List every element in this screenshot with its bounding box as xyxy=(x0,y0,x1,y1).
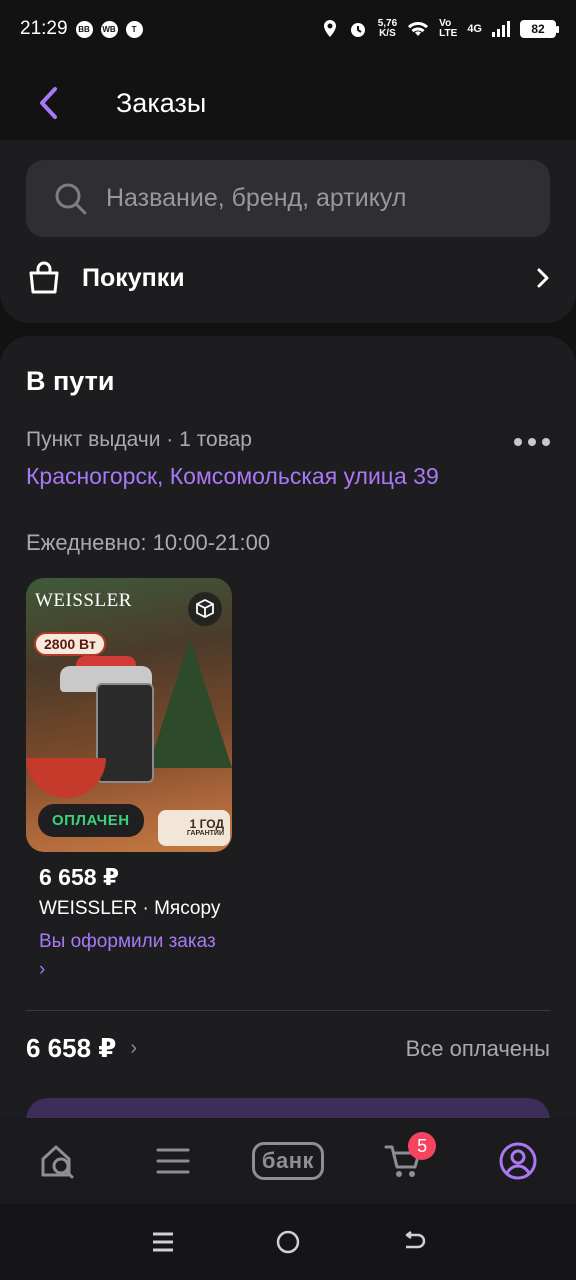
status-time: 21:29 xyxy=(20,18,68,39)
recent-apps-button[interactable] xyxy=(133,1212,193,1272)
payment-status: Все оплачены xyxy=(405,1036,550,1061)
bank-label: банк xyxy=(251,1142,325,1180)
return-box-icon[interactable] xyxy=(188,592,222,626)
nav-profile[interactable] xyxy=(473,1126,563,1196)
more-options-button[interactable] xyxy=(514,432,550,452)
notification-icon-bb: BB xyxy=(75,20,93,38)
dot-icon xyxy=(542,438,550,446)
top-card: Название, бренд, артикул Покупки xyxy=(0,140,576,323)
battery-indicator: 82 xyxy=(520,20,559,38)
total-value: 6 658 ₽ xyxy=(26,1033,117,1063)
search-icon xyxy=(55,183,87,214)
shopping-bag-icon xyxy=(29,261,59,294)
volte-label: Vo LTE xyxy=(439,18,458,39)
nav-bank[interactable]: банк xyxy=(243,1126,333,1196)
notification-icon-t: T xyxy=(125,20,143,38)
page-title: Заказы xyxy=(116,87,207,118)
wifi-icon xyxy=(408,22,429,36)
location-icon xyxy=(323,20,336,37)
dot-icon xyxy=(528,438,536,446)
network-speed-unit: K/S xyxy=(379,28,396,39)
chevron-right-icon xyxy=(537,268,549,288)
section-title: В пути xyxy=(26,366,115,396)
header: Заказы xyxy=(0,72,576,134)
nav-home[interactable] xyxy=(13,1126,103,1196)
status-bar: 21:29 BB WB T 5,76 K/S Vo LTE 4G 82 xyxy=(0,0,576,58)
signal-icon xyxy=(492,21,510,37)
pickup-meta: Пункт выдачи · 1 товар xyxy=(26,428,252,451)
purchases-label: Покупки xyxy=(82,263,185,292)
guarantee-badge-text: 1 ГОД xyxy=(189,817,224,831)
network-speed: 5,76 K/S xyxy=(378,19,397,39)
divider xyxy=(26,1010,550,1011)
pickup-address-link[interactable]: Красногорск, Комсомольская улица 39 xyxy=(26,460,466,492)
menu-icon xyxy=(156,1148,190,1174)
product-image[interactable]: WEISSLER 2800 Вт ОПЛАЧЕН 1 ГОД ГАРАНТИИ xyxy=(26,578,232,852)
box-return-icon xyxy=(196,598,214,619)
dot-icon xyxy=(514,438,522,446)
order-total[interactable]: 6 658 ₽ › xyxy=(26,1033,137,1064)
order-status-link[interactable]: Вы оформили заказ › xyxy=(39,928,219,984)
product-price: 6 658 ₽ xyxy=(39,864,119,890)
paid-status-badge: ОПЛАЧЕН xyxy=(38,804,144,837)
order-card: В пути Пункт выдачи · 1 товар Красногорс… xyxy=(0,336,576,1158)
notification-icon-wb: WB xyxy=(100,20,118,38)
nav-catalog[interactable] xyxy=(128,1126,218,1196)
bottom-navigation: банк 5 xyxy=(0,1118,576,1204)
nav-cart[interactable]: 5 xyxy=(358,1126,448,1196)
network-type: 4G xyxy=(467,23,482,35)
back-button[interactable] xyxy=(18,73,78,133)
guarantee-badge: 1 ГОД ГАРАНТИИ xyxy=(158,810,230,846)
pickup-hours: Ежедневно: 10:00-21:00 xyxy=(26,530,271,555)
purchases-link[interactable]: Покупки xyxy=(26,250,550,306)
profile-icon xyxy=(499,1142,537,1180)
search-placeholder: Название, бренд, артикул xyxy=(106,184,407,212)
cart-count-badge: 5 xyxy=(408,1132,437,1160)
chevron-left-icon xyxy=(40,87,57,119)
search-input[interactable]: Название, бренд, артикул xyxy=(26,160,550,237)
back-system-button[interactable] xyxy=(383,1212,443,1272)
status-right: 5,76 K/S Vo LTE 4G 82 xyxy=(322,18,559,39)
bowl-graphic xyxy=(26,758,106,798)
home-circle-icon xyxy=(276,1230,300,1254)
christmas-tree-graphic xyxy=(148,638,232,768)
image-power-badge: 2800 Вт xyxy=(34,632,106,656)
status-left: 21:29 BB WB T xyxy=(20,18,143,40)
home-search-icon xyxy=(41,1145,74,1179)
back-arrow-icon xyxy=(406,1231,426,1249)
guarantee-badge-subtext: ГАРАНТИИ xyxy=(186,830,224,837)
chevron-right-icon: › xyxy=(130,1037,138,1059)
product-name: WEISSLER · Мясорубка xyxy=(39,898,221,919)
alarm-icon xyxy=(350,23,365,37)
recent-apps-icon xyxy=(152,1232,173,1252)
home-button[interactable] xyxy=(258,1212,318,1272)
image-brand-text: WEISSLER xyxy=(35,590,132,611)
system-navigation xyxy=(0,1204,576,1280)
